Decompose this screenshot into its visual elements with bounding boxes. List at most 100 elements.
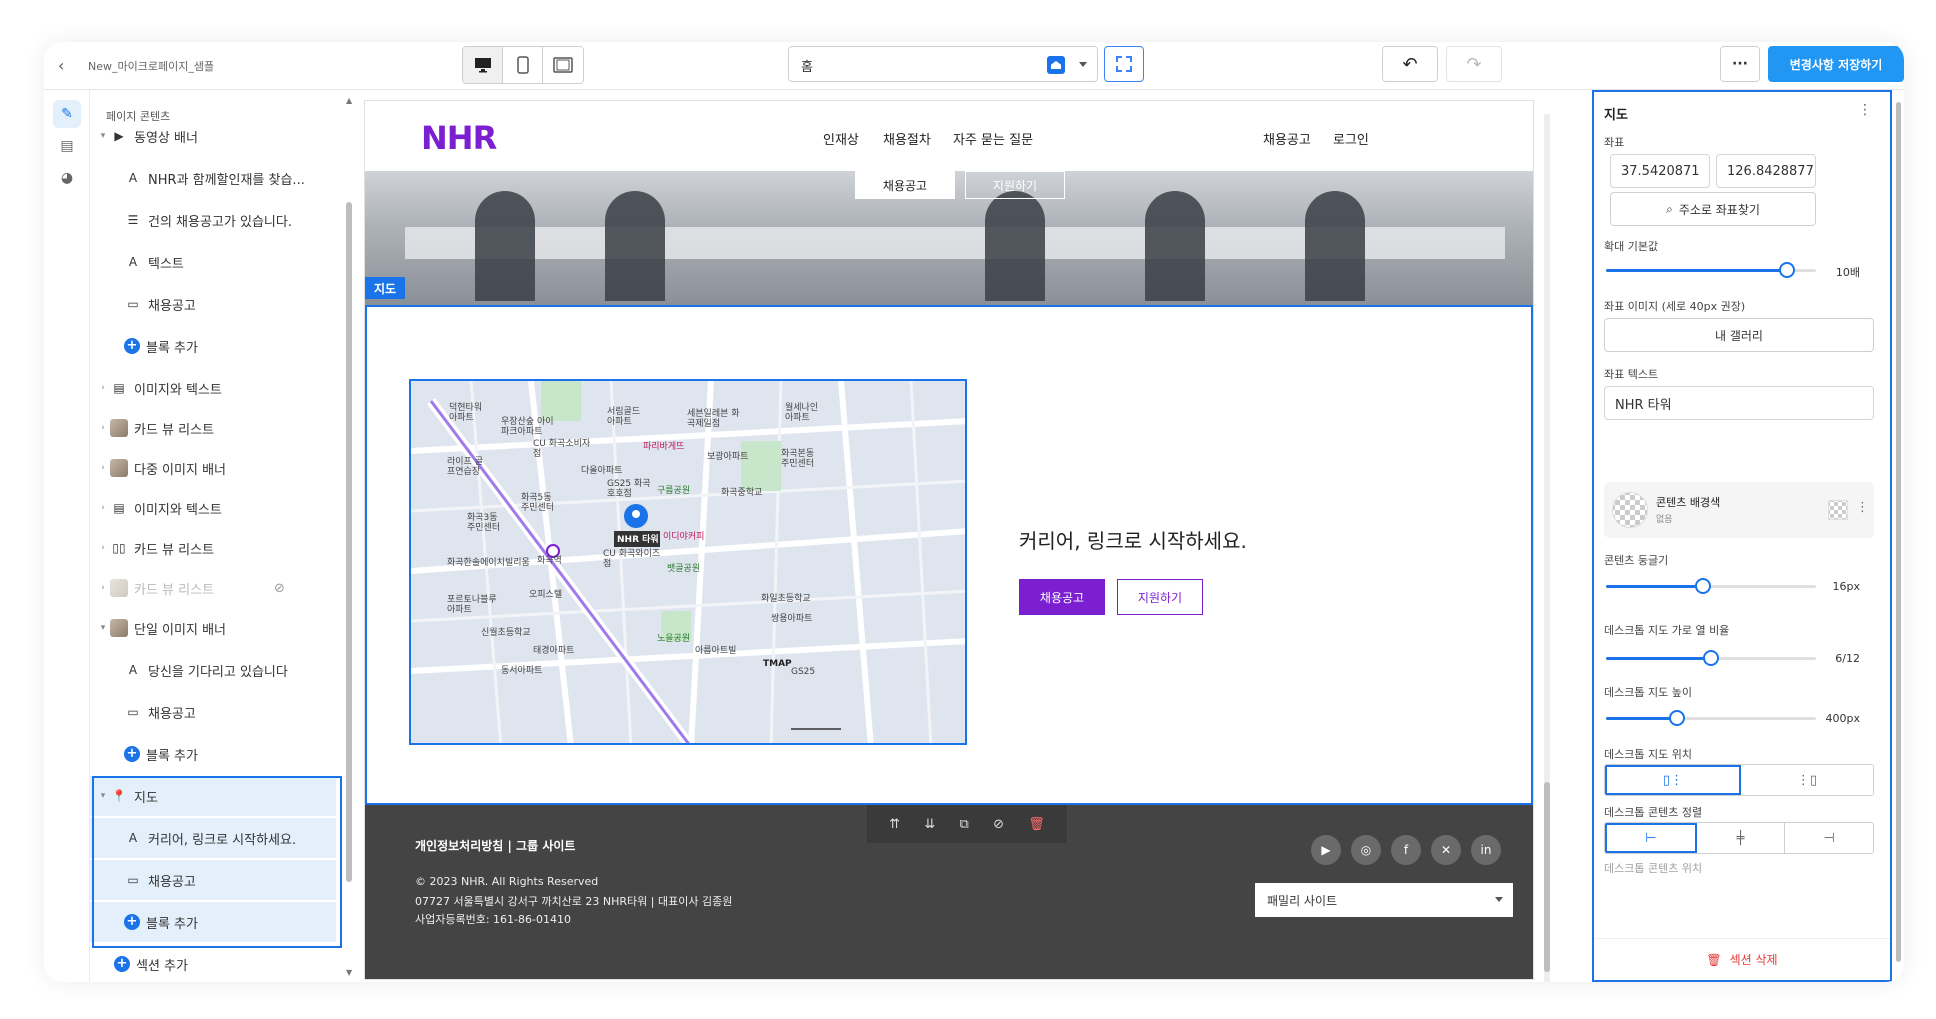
- eye-off-icon[interactable]: ⊘: [274, 581, 285, 596]
- caret-right-icon[interactable]: ›: [96, 583, 110, 593]
- hero-apply-button[interactable]: 지원하기: [965, 171, 1065, 199]
- props-scrollbar[interactable]: [1896, 102, 1901, 962]
- facebook-icon[interactable]: f: [1391, 835, 1421, 865]
- more-options-button[interactable]: ···: [1720, 46, 1760, 82]
- hide-icon[interactable]: ⊘: [993, 817, 1004, 832]
- list-icon: ☰: [127, 213, 139, 227]
- add-section-button[interactable]: + 섹션 추가: [90, 944, 336, 982]
- add-block-button[interactable]: + 블록 추가: [90, 734, 336, 774]
- map-embed[interactable]: NHR 타워 덕현타워 아파트 우장산숲 아이파크아파트 서림골드 아파트 세븐…: [409, 379, 967, 745]
- copy-icon[interactable]: ⧉: [960, 817, 969, 832]
- kebab-menu-icon[interactable]: ⋮: [1858, 102, 1872, 118]
- caret-right-icon[interactable]: ›: [96, 503, 110, 513]
- scroll-up-icon[interactable]: ▲: [346, 96, 352, 105]
- map-jobs-button[interactable]: 채용공고: [1019, 579, 1105, 615]
- tablet-view-button[interactable]: [543, 47, 583, 83]
- move-down-icon[interactable]: ⇊: [924, 817, 935, 832]
- map-section[interactable]: NHR 타워 덕현타워 아파트 우장산숲 아이파크아파트 서림골드 아파트 세븐…: [365, 305, 1533, 805]
- longitude-input[interactable]: 126.8428877: [1716, 154, 1816, 188]
- marker-text-input[interactable]: NHR 타워: [1604, 386, 1874, 420]
- canvas-scrollbar[interactable]: [1544, 782, 1550, 972]
- edit-tool-button[interactable]: ✎: [53, 100, 81, 128]
- tree-item-text[interactable]: A 텍스트: [90, 242, 336, 282]
- tree-item-image-text-2[interactable]: › ▤ 이미지와 텍스트: [90, 488, 336, 528]
- map-apply-button[interactable]: 지원하기: [1117, 579, 1203, 615]
- nav-link-talent[interactable]: 인재상: [823, 129, 859, 148]
- tree-item-label: 단일 이미지 배너: [134, 622, 226, 638]
- undo-button[interactable]: ↶: [1382, 46, 1438, 82]
- desktop-view-button[interactable]: [463, 47, 503, 83]
- page-select[interactable]: 홈: [788, 46, 1098, 82]
- radius-slider[interactable]: [1606, 576, 1816, 596]
- nhr-logo[interactable]: NHR: [421, 119, 497, 157]
- tree-item-card-list-2[interactable]: › ▯▯ 카드 뷰 리스트: [90, 528, 336, 568]
- back-arrow-icon[interactable]: ‹: [58, 56, 64, 75]
- caret-down-icon[interactable]: ▾: [96, 131, 110, 141]
- nav-link-process[interactable]: 채용절차: [883, 129, 931, 148]
- slider-knob[interactable]: [1694, 578, 1711, 594]
- map-right-option[interactable]: ⋮▯: [1741, 765, 1873, 795]
- latitude-input[interactable]: 37.5420871: [1610, 154, 1710, 188]
- caret-right-icon[interactable]: ›: [96, 463, 110, 473]
- map-left-option[interactable]: ▯⋮: [1605, 765, 1741, 795]
- add-block-button[interactable]: + 블록 추가: [90, 326, 336, 366]
- select-area-button[interactable]: [1104, 46, 1144, 82]
- hero-jobs-button[interactable]: 채용공고: [855, 171, 955, 199]
- youtube-icon[interactable]: ▶: [1311, 835, 1341, 865]
- nav-link-jobs[interactable]: 채용공고: [1263, 129, 1311, 148]
- tree-item-button-2[interactable]: ▭ 채용공고: [90, 692, 336, 732]
- tree-item-card-list[interactable]: › 카드 뷰 리스트: [90, 408, 336, 448]
- map-label: CU 화곡소비자점: [533, 439, 591, 459]
- layers-scrollbar[interactable]: [346, 202, 352, 882]
- trash-icon[interactable]: 🗑: [1028, 817, 1045, 832]
- delete-section-button[interactable]: 🗑 섹션 삭제: [1594, 938, 1890, 980]
- tree-item-single-image-banner[interactable]: ▾ 단일 이미지 배너: [90, 608, 336, 648]
- align-center-option[interactable]: ╪: [1696, 823, 1786, 853]
- instagram-icon[interactable]: ◎: [1351, 835, 1381, 865]
- caret-right-icon[interactable]: ›: [96, 543, 110, 553]
- caret-right-icon[interactable]: ›: [96, 423, 110, 433]
- mobile-view-button[interactable]: [503, 47, 543, 83]
- caret-right-icon[interactable]: ›: [96, 383, 110, 393]
- caret-down-icon[interactable]: ▾: [96, 623, 110, 633]
- gallery-button[interactable]: 내 갤러리: [1604, 318, 1874, 352]
- background-color-card[interactable]: 콘텐츠 배경색 없음 ⋮: [1604, 482, 1874, 538]
- height-slider[interactable]: [1606, 708, 1816, 728]
- find-coords-button[interactable]: ⌕ 주소로 좌표찾기: [1610, 192, 1816, 226]
- color-swatch-icon[interactable]: [1828, 500, 1848, 520]
- slider-knob[interactable]: [1669, 710, 1686, 726]
- family-site-select[interactable]: 패밀리 사이트: [1255, 883, 1513, 917]
- tree-item-multi-image-banner[interactable]: › 다중 이미지 배너: [90, 448, 336, 488]
- tree-item-button[interactable]: ▭ 채용공고: [90, 284, 336, 324]
- tree-item-text-waiting[interactable]: A 당신을 기다리고 있습니다: [90, 650, 336, 690]
- thumbnail-icon: [110, 619, 128, 637]
- align-left-option[interactable]: ⊢: [1605, 823, 1697, 853]
- redo-button[interactable]: ↷: [1446, 46, 1502, 82]
- x-icon[interactable]: ✕: [1431, 835, 1461, 865]
- kebab-menu-icon[interactable]: ⋮: [1856, 500, 1869, 515]
- theme-tool-button[interactable]: ◕: [53, 164, 81, 192]
- align-right-option[interactable]: ⊣: [1785, 823, 1873, 853]
- props-title: 지도: [1604, 108, 1628, 123]
- slider-knob[interactable]: [1703, 650, 1719, 666]
- layout-tool-button[interactable]: ▤: [53, 132, 81, 160]
- family-site-label: 패밀리 사이트: [1267, 893, 1338, 908]
- ratio-slider[interactable]: [1606, 648, 1816, 668]
- tree-item-card-list-hidden[interactable]: › 카드 뷰 리스트 ⊘: [90, 568, 336, 608]
- save-changes-button[interactable]: 변경사항 저장하기: [1768, 46, 1904, 82]
- zoom-slider[interactable]: [1606, 260, 1816, 280]
- move-up-icon[interactable]: ⇈: [889, 817, 900, 832]
- linkedin-icon[interactable]: in: [1471, 835, 1501, 865]
- tree-item-video-banner[interactable]: ▾ ▶ 동영상 배너: [90, 116, 336, 156]
- nav-link-login[interactable]: 로그인: [1333, 129, 1369, 148]
- nav-link-faq[interactable]: 자주 묻는 질문: [953, 129, 1033, 148]
- position-label: 데스크톱 지도 위치: [1604, 748, 1692, 761]
- footer-links[interactable]: 개인정보처리방침 | 그룹 사이트: [415, 837, 575, 854]
- tree-item-jobs-count[interactable]: ☰ 건의 채용공고가 있습니다.: [90, 200, 336, 240]
- hero-person-shape: [475, 191, 535, 301]
- scroll-down-icon[interactable]: ▼: [346, 968, 352, 977]
- tree-item-image-text[interactable]: › ▤ 이미지와 텍스트: [90, 368, 336, 408]
- slider-knob[interactable]: [1778, 262, 1795, 278]
- map-label: 구름공원: [657, 486, 691, 496]
- tree-item-text-title[interactable]: A NHR과 함께할인재를 찾습...: [90, 158, 336, 198]
